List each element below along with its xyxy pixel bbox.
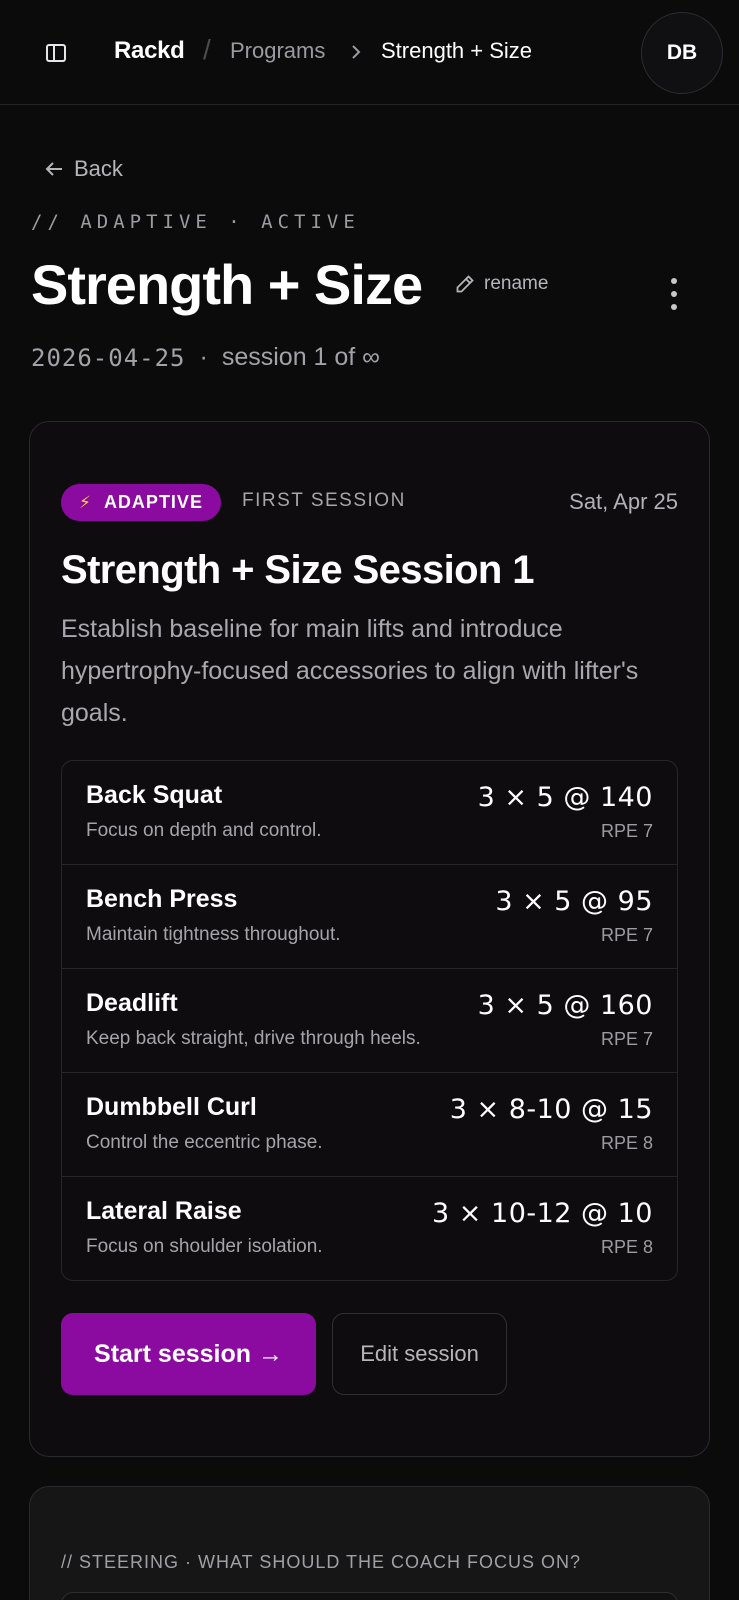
program-status-eyebrow: // ADAPTIVE · ACTIVE [31,211,360,233]
exercise-name: Deadlift [86,989,178,1017]
session-description: Establish baseline for main lifts and in… [61,615,639,727]
adaptive-badge: ⚡ ADAPTIVE [61,484,221,521]
exercise-scheme: 3 × 5 @ 140 [477,782,653,813]
exercise-list: Back Squat Focus on depth and control. 3… [61,760,678,1281]
exercise-note: Focus on shoulder isolation. [86,1236,323,1257]
exercise-name: Back Squat [86,781,223,809]
breadcrumb-current: Strength + Size [381,38,533,63]
exercise-name: Bench Press [86,885,238,913]
back-link[interactable]: Back [44,156,123,182]
exercise-row[interactable]: Bench Press Maintain tightness throughou… [62,865,677,969]
exercise-note: Control the eccentric phase. [86,1132,323,1153]
program-date: 2026-04-25 [31,343,186,372]
adaptive-badge-label: ADAPTIVE [103,492,203,512]
exercise-scheme: 3 × 8-10 @ 15 [449,1094,653,1125]
edit-session-button[interactable]: Edit session [332,1313,507,1395]
exercise-row[interactable]: Dumbbell Curl Control the eccentric phas… [62,1073,677,1177]
session-title: Strength + Size Session 1 [61,548,535,592]
exercise-rpe: RPE 7 [600,925,653,945]
session-date: Sat, Apr 25 [569,489,678,514]
more-options-icon[interactable] [664,276,684,312]
exercise-scheme: 3 × 10-12 @ 10 [432,1198,653,1229]
exercise-rpe: RPE 8 [600,1133,653,1153]
meta-separator: · [199,343,208,371]
exercise-row[interactable]: Deadlift Keep back straight, drive throu… [62,969,677,1073]
brand-logo[interactable]: Rackd [114,37,185,65]
start-session-button[interactable]: Start session → [61,1313,316,1395]
back-label: Back [74,156,123,181]
avatar[interactable]: DB [641,12,723,94]
program-meta: 2026-04-25 · session 1 of ∞ [31,343,380,372]
arrow-left-icon [45,162,62,176]
sidebar-toggle-icon[interactable] [44,41,68,65]
session-tag: FIRST SESSION [242,490,406,511]
breadcrumb-programs[interactable]: Programs [230,38,325,64]
exercise-note: Maintain tightness throughout. [86,924,341,945]
rename-button[interactable]: rename [455,273,548,295]
chevron-right-icon [348,44,364,60]
steering-label: // STEERING · WHAT SHOULD THE COACH FOCU… [61,1552,582,1572]
top-bar: Rackd / Programs Strength + Size DB [0,0,739,105]
session-progress: session 1 of ∞ [221,343,381,371]
rename-label: rename [484,273,549,294]
exercise-rpe: RPE 7 [600,1029,653,1049]
page-title: Strength + Size [31,253,423,316]
exercise-rpe: RPE 8 [600,1237,653,1257]
exercise-name: Lateral Raise [86,1197,242,1225]
exercise-name: Dumbbell Curl [86,1093,257,1121]
exercise-rpe: RPE 7 [600,821,653,841]
lightning-icon: ⚡ [79,492,92,512]
steering-card [29,1486,710,1600]
exercise-note: Keep back straight, drive through heels. [86,1028,421,1049]
steering-input[interactable] [61,1592,678,1600]
pencil-icon [456,275,474,293]
exercise-row[interactable]: Lateral Raise Focus on shoulder isolatio… [62,1177,677,1280]
exercise-row[interactable]: Back Squat Focus on depth and control. 3… [62,761,677,865]
exercise-scheme: 3 × 5 @ 95 [495,886,653,917]
exercise-scheme: 3 × 5 @ 160 [477,990,653,1021]
breadcrumb-separator: / [203,34,211,65]
exercise-note: Focus on depth and control. [86,820,322,841]
